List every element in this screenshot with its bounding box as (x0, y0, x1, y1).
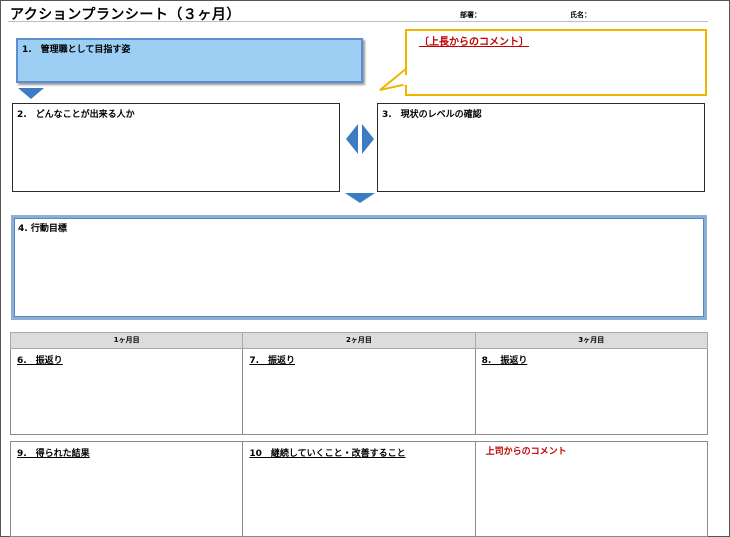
month-header: 1ヶ月目 (11, 333, 244, 348)
cell-label: 7. 振返り (249, 356, 296, 366)
triangle-down-icon (18, 88, 44, 99)
section-3-box[interactable]: 3. 現状のレベルの確認 (377, 103, 705, 192)
cell-label: 10 継続していくこと・改善すること (249, 449, 406, 459)
month-header: 2ヶ月目 (243, 333, 476, 348)
section-3-label: 3. 現状のレベルの確認 (382, 110, 482, 120)
triangle-down-icon (345, 193, 375, 203)
review-cell-month-1[interactable]: 6. 振返り (11, 349, 244, 434)
section-1-box[interactable]: 1. 管理職として目指す姿 (16, 38, 363, 83)
review-cell-month-2[interactable]: 7. 振返り (243, 349, 476, 434)
section-1-label: 1. 管理職として目指す姿 (22, 45, 131, 55)
results-cell[interactable]: 9. 得られた結果 (11, 442, 244, 536)
cell-label: 上司からのコメント (485, 447, 567, 457)
month-header: 3ヶ月目 (578, 336, 605, 344)
section-2-box[interactable]: 2. どんなことが出来る人か (12, 103, 340, 192)
department-label: 部署： (460, 11, 481, 19)
cell-label: 8. 振返り (481, 356, 528, 366)
cell-label: 9. 得られた結果 (17, 449, 90, 459)
callout-heading: 〔上長からのコメント〕 (419, 37, 529, 48)
continue-improve-cell[interactable]: 10 継続していくこと・改善すること (243, 442, 476, 536)
cell-label: 6. 振返り (17, 356, 63, 366)
section-4-label: 4. 行動目標 (18, 224, 67, 234)
month-header-row: 1ヶ月目 2ヶ月目 3ヶ月目 (10, 332, 708, 349)
triangle-left-right-icon (346, 124, 374, 154)
name-label: 氏名： (570, 11, 591, 19)
section-4-box[interactable]: 4. 行動目標 (11, 215, 707, 320)
supervisor-comment-cell[interactable]: 上司からのコメント (476, 442, 707, 536)
manager-comment-callout[interactable]: 〔上長からのコメント〕 (405, 29, 707, 96)
review-row: 6. 振返り 7. 振返り 8. 振返り (10, 349, 708, 435)
callout-tail-cover (403, 75, 409, 85)
section-2-label: 2. どんなことが出来る人か (17, 110, 135, 120)
title-divider (8, 21, 708, 22)
result-row: 9. 得られた結果 10 継続していくこと・改善すること 上司からのコメント (10, 441, 708, 537)
review-cell-month-3[interactable]: 8. 振返り (476, 349, 707, 434)
